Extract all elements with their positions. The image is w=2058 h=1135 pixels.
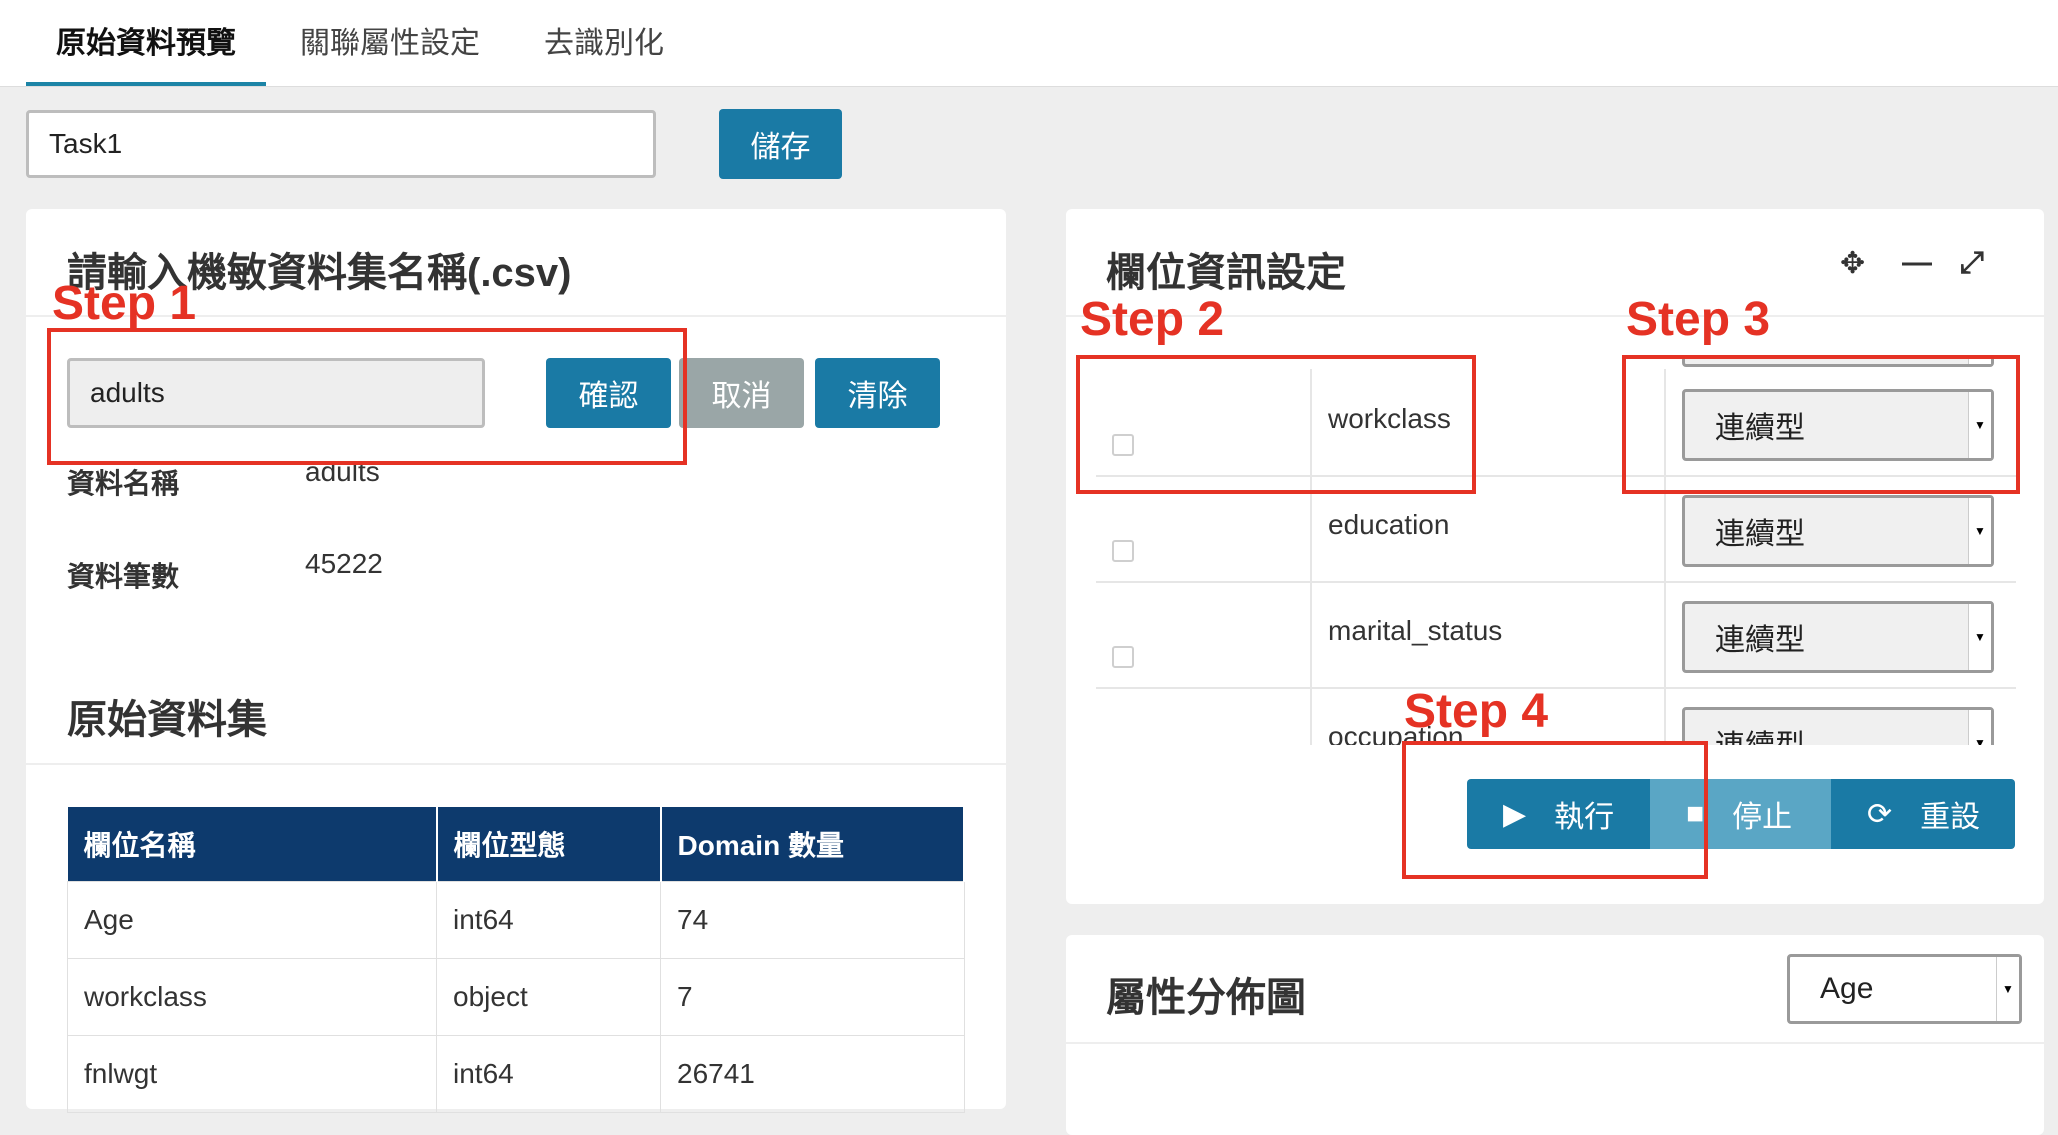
chevron-down-icon: ▼	[1968, 498, 1991, 564]
field-row: marital_status 連續型 ▼	[1096, 581, 2016, 689]
refresh-icon: ⟳	[1867, 797, 1893, 831]
field-type-select[interactable]: 連續型 ▼	[1682, 707, 1994, 745]
chevron-down-icon: ▼	[1996, 957, 2019, 1021]
raw-dataset-title: 原始資料集	[67, 698, 267, 742]
table-cell: int64	[436, 881, 661, 959]
table-header-row: 欄位名稱 欄位型態 Domain 數量	[67, 807, 965, 882]
table-row: fnlwgt int64 26741	[67, 1035, 965, 1113]
column-header: 欄位名稱	[67, 807, 438, 882]
column-header: Domain 數量	[660, 807, 965, 882]
step3-annotation: Step 3	[1626, 293, 1771, 346]
table-cell: object	[436, 958, 661, 1036]
chevron-down-icon: ▼	[1968, 710, 1991, 745]
chevron-down-icon: ▼	[1968, 604, 1991, 670]
distribution-title: 屬性分佈圖	[1106, 976, 1306, 1020]
tab-deidentify[interactable]: 去識別化	[544, 18, 664, 62]
column-header: 欄位型態	[436, 807, 662, 882]
step2-highlight-box	[1076, 355, 1476, 494]
step1-annotation: Step 1	[52, 277, 197, 330]
field-name: marital_status	[1328, 615, 1503, 646]
stop-label: 停止	[1732, 801, 1793, 834]
attribute-select-value: Age	[1820, 972, 1874, 1005]
table-cell: 26741	[660, 1035, 965, 1113]
step3-highlight-box	[1622, 355, 2020, 494]
table-cell: 7	[660, 958, 965, 1036]
task-name-input[interactable]	[26, 110, 656, 178]
raw-dataset-table: 欄位名稱 欄位型態 Domain 數量 Age int64 74 workcla…	[67, 807, 965, 1113]
tab-raw-preview[interactable]: 原始資料預覽	[56, 18, 236, 62]
table-row: Age int64 74	[67, 881, 965, 959]
field-checkbox[interactable]	[1112, 540, 1134, 562]
step2-annotation: Step 2	[1080, 293, 1225, 346]
tab-bar-divider	[0, 86, 2058, 87]
step4-highlight-box	[1402, 741, 1708, 879]
field-settings-title: 欄位資訊設定	[1106, 251, 1346, 295]
clear-button[interactable]: 清除	[815, 358, 940, 428]
field-type-select[interactable]: 連續型 ▼	[1682, 601, 1994, 673]
divider	[26, 763, 1006, 765]
table-cell: int64	[436, 1035, 661, 1113]
field-row: occupation 連續型 ▼	[1096, 687, 2016, 745]
table-cell: 74	[660, 881, 965, 959]
divider	[1066, 1042, 2044, 1044]
cancel-button[interactable]: 取消	[679, 358, 804, 428]
attribute-select[interactable]: Age ▼	[1787, 954, 2022, 1024]
table-cell: workclass	[67, 958, 437, 1036]
data-count-label: 資料筆數	[67, 561, 180, 592]
table-row: workclass object 7	[67, 958, 965, 1036]
tab-relation-settings[interactable]: 關聯屬性設定	[300, 18, 480, 62]
field-name: education	[1328, 509, 1450, 540]
field-type-value: 連續型	[1715, 518, 1805, 551]
reset-button[interactable]: ⟳ 重設	[1831, 779, 2015, 849]
data-count-value: 45222	[305, 548, 383, 579]
tab-bar: 原始資料預覽 關聯屬性設定 去識別化	[0, 0, 2058, 87]
field-type-value: 連續型	[1715, 721, 1805, 745]
move-icon[interactable]: ✥	[1840, 246, 1865, 281]
field-checkbox[interactable]	[1112, 646, 1134, 668]
field-type-select[interactable]: 連續型 ▼	[1682, 495, 1994, 567]
step1-highlight-box	[47, 328, 687, 465]
data-name-label: 資料名稱	[67, 468, 180, 499]
save-button[interactable]: 儲存	[719, 109, 842, 179]
minimize-icon[interactable]: —	[1902, 246, 1932, 280]
table-cell: fnlwgt	[67, 1035, 437, 1113]
reset-label: 重設	[1920, 801, 1981, 834]
table-cell: Age	[67, 881, 437, 959]
expand-icon[interactable]: ⤢	[1960, 246, 1984, 280]
step4-annotation: Step 4	[1404, 685, 1549, 738]
field-type-value: 連續型	[1715, 624, 1805, 657]
